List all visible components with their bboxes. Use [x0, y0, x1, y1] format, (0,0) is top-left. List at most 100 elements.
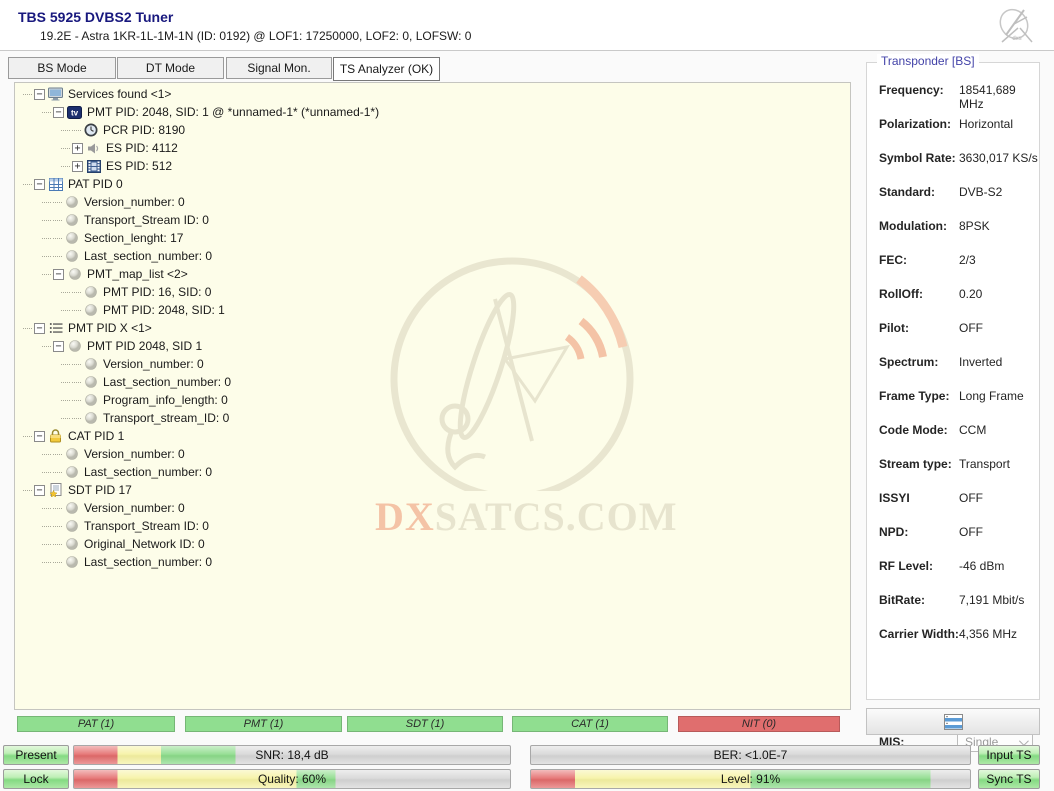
lock-button[interactable]: Lock — [3, 769, 69, 789]
tree-item-label: PCR PID: 8190 — [103, 123, 185, 137]
tree-item-label: SDT PID 17 — [68, 483, 132, 497]
tree-guide-line — [61, 292, 70, 293]
tree-item[interactable]: Program_info_length: 0 — [15, 391, 850, 409]
tree-guide-line — [61, 166, 70, 167]
transponder-legend: Transponder [BS] — [877, 54, 979, 68]
tree-guide-line — [61, 382, 70, 383]
speaker-icon — [86, 141, 101, 155]
list-icon — [48, 321, 63, 335]
collapse-icon[interactable]: − — [53, 341, 64, 352]
tree-guide-line — [53, 238, 62, 239]
tree-guide-line — [42, 238, 51, 239]
tree-item[interactable]: − PMT PID X <1> — [15, 319, 850, 337]
transponder-list-button[interactable] — [866, 708, 1040, 735]
collapse-icon[interactable]: − — [53, 269, 64, 280]
field-label: NPD: — [879, 525, 908, 539]
tree-item-label: PMT PID: 2048, SID: 1 — [103, 303, 225, 317]
collapse-icon[interactable]: − — [34, 179, 45, 190]
collapse-icon[interactable]: − — [34, 89, 45, 100]
tree-item[interactable]: Original_Network ID: 0 — [15, 535, 850, 553]
tree-item[interactable]: Transport_stream_ID: 0 — [15, 409, 850, 427]
field-value: 0.20 — [959, 287, 982, 301]
tree-item[interactable]: −PMT PID 2048, SID 1 — [15, 337, 850, 355]
snr-gauge: SNR: 18,4 dB — [73, 745, 511, 765]
collapse-icon[interactable]: − — [53, 107, 64, 118]
sphere-icon — [64, 447, 79, 461]
dxsatcs-logo-icon: dxs — [994, 4, 1040, 46]
tree-guide-line — [61, 400, 70, 401]
tree-item-label: PAT PID 0 — [68, 177, 123, 191]
nit-indicator: NIT (0) — [678, 716, 840, 732]
tree-item[interactable]: Last_section_number: 0 — [15, 463, 850, 481]
expand-icon[interactable]: + — [72, 143, 83, 154]
tree-item[interactable]: Section_lenght: 17 — [15, 229, 850, 247]
tree-item-label: PMT PID X <1> — [68, 321, 152, 335]
tree-guide-line — [53, 562, 62, 563]
tree-item[interactable]: −CAT PID 1 — [15, 427, 850, 445]
sync-ts-button[interactable]: Sync TS — [978, 769, 1040, 789]
ts-analyzer-panel: DXSATCS.COM −Services found <1>−tvPMT PI… — [14, 82, 851, 710]
tree-item[interactable]: PMT PID: 2048, SID: 1 — [15, 301, 850, 319]
tree-item[interactable]: −PMT_map_list <2> — [15, 265, 850, 283]
present-button[interactable]: Present — [3, 745, 69, 765]
tree-item-label: ES PID: 512 — [106, 159, 172, 173]
field-value: Inverted — [959, 355, 1002, 369]
field-value: OFF — [959, 525, 983, 539]
tree-guide-line — [42, 544, 51, 545]
expand-icon[interactable]: + — [72, 161, 83, 172]
tree-item[interactable]: Transport_Stream ID: 0 — [15, 517, 850, 535]
tree-guide-line — [23, 490, 32, 491]
tree-item-label: PMT PID: 2048, SID: 1 @ *unnamed-1* (*un… — [87, 105, 379, 119]
tree-item[interactable]: Version_number: 0 — [15, 193, 850, 211]
tree-item[interactable]: PCR PID: 8190 — [15, 121, 850, 139]
collapse-icon[interactable]: − — [34, 485, 45, 496]
tab-signal-mon[interactable]: Signal Mon. — [226, 57, 332, 79]
tree-item[interactable]: +ES PID: 4112 — [15, 139, 850, 157]
pmt-indicator: PMT (1) — [185, 716, 342, 732]
tab-ts-analyzer[interactable]: TS Analyzer (OK) — [333, 57, 440, 81]
transponder-field-row: Polarization:Horizontal — [867, 117, 1039, 133]
level-label: Level: 91% — [721, 772, 780, 786]
transponder-field-row: Pilot:OFF — [867, 321, 1039, 337]
field-label: FEC: — [879, 253, 907, 267]
field-label: Pilot: — [879, 321, 909, 335]
tree-item[interactable]: PMT PID: 16, SID: 0 — [15, 283, 850, 301]
tree-guide-line — [42, 562, 51, 563]
tab-dt-mode[interactable]: DT Mode — [117, 57, 224, 79]
satellite-info: 19.2E - Astra 1KR-1L-1M-1N (ID: 0192) @ … — [40, 29, 471, 43]
field-value: 4,356 MHz — [959, 627, 1017, 641]
tree-item-label: Last_section_number: 0 — [84, 555, 212, 569]
field-label: Stream type: — [879, 457, 952, 471]
collapse-icon[interactable]: − — [34, 431, 45, 442]
tree-item[interactable]: −tv PMT PID: 2048, SID: 1 @ *unnamed-1* (… — [15, 103, 850, 121]
tree-guide-line — [53, 202, 62, 203]
tv-icon: tv — [67, 105, 82, 119]
tree-guide-line — [61, 310, 70, 311]
tree-item[interactable]: Transport_Stream ID: 0 — [15, 211, 850, 229]
tree-item[interactable]: Version_number: 0 — [15, 499, 850, 517]
tree-item[interactable]: Last_section_number: 0 — [15, 553, 850, 571]
tree-guide-line — [42, 346, 51, 347]
field-value: Horizontal — [959, 117, 1013, 131]
field-label: Frame Type: — [879, 389, 949, 403]
tree-item[interactable]: − SDT PID 17 — [15, 481, 850, 499]
collapse-icon[interactable]: − — [34, 323, 45, 334]
table-icon — [48, 177, 63, 191]
tree-item[interactable]: Version_number: 0 — [15, 445, 850, 463]
tree-item[interactable]: Version_number: 0 — [15, 355, 850, 373]
tab-bs-mode[interactable]: BS Mode — [8, 57, 116, 79]
field-label: Frequency: — [879, 83, 944, 97]
level-gauge: Level: 91% — [530, 769, 971, 789]
tree-guide-line — [42, 202, 51, 203]
tree-item[interactable]: − PAT PID 0 — [15, 175, 850, 193]
tree-guide-line — [72, 418, 81, 419]
sphere-icon — [64, 213, 79, 227]
tree-item[interactable]: Last_section_number: 0 — [15, 247, 850, 265]
tree-item[interactable]: Last_section_number: 0 — [15, 373, 850, 391]
field-value: -46 dBm — [959, 559, 1004, 573]
input-ts-button[interactable]: Input TS — [978, 745, 1040, 765]
tree-item[interactable]: −Services found <1> — [15, 85, 850, 103]
tree-item[interactable]: + ES PID: 512 — [15, 157, 850, 175]
sphere-icon — [64, 501, 79, 515]
tree-guide-line — [53, 544, 62, 545]
